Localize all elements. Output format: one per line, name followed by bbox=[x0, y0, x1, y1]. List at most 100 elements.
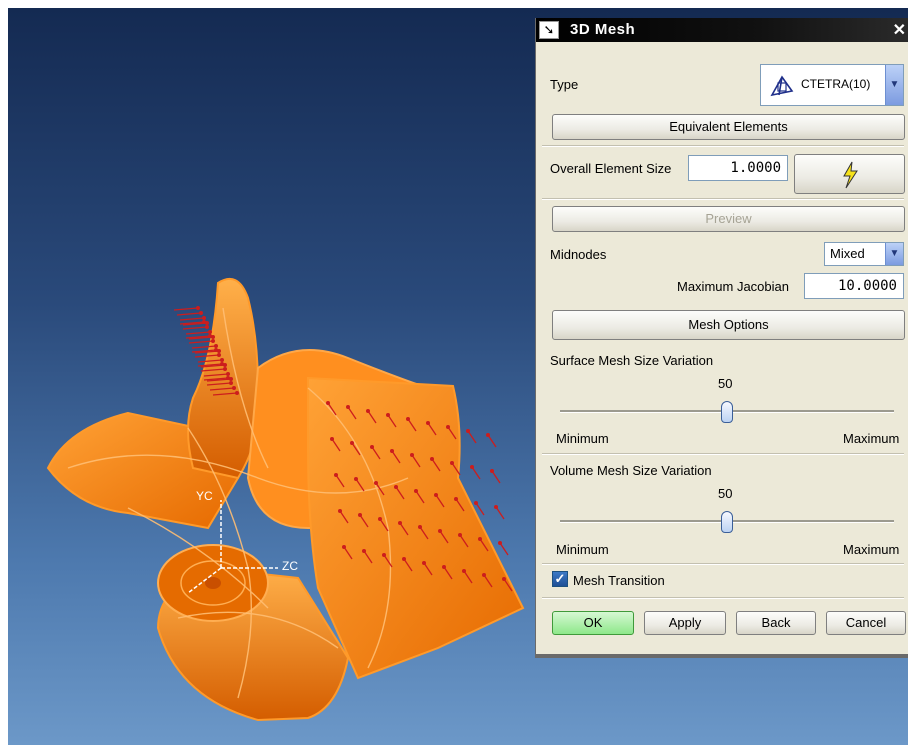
chevron-down-icon[interactable]: ▼ bbox=[885, 243, 903, 265]
surface-variation-value: 50 bbox=[718, 376, 733, 391]
type-label: Type bbox=[550, 77, 579, 92]
element-type-value: CTETRA(10) bbox=[801, 77, 871, 91]
mesh-marker-dot bbox=[438, 529, 442, 533]
mesh-marker-line bbox=[179, 317, 205, 321]
mesh-marker-dot bbox=[202, 316, 206, 320]
mesh-marker-line bbox=[495, 506, 505, 520]
mesh-marker-dot bbox=[326, 401, 330, 405]
mesh-marker-line bbox=[173, 307, 199, 311]
mesh-marker-dot bbox=[205, 325, 209, 329]
mesh-marker-dot bbox=[378, 517, 382, 521]
mesh-marker-dot bbox=[330, 437, 334, 441]
mesh-marker-dot bbox=[406, 417, 410, 421]
equivalent-elements-button[interactable]: Equivalent Elements bbox=[552, 114, 905, 140]
midnodes-select[interactable]: Mixed ▼ bbox=[824, 242, 904, 266]
mesh-marker-dot bbox=[196, 306, 200, 310]
mesh-transition-checkbox[interactable]: ✓ bbox=[552, 571, 568, 587]
mesh-marker-dot bbox=[217, 353, 221, 357]
back-button[interactable]: Back bbox=[736, 611, 816, 635]
mesh-marker-dot bbox=[342, 545, 346, 549]
surface-min-label: Minimum bbox=[556, 431, 609, 446]
mesh-marker-dot bbox=[370, 445, 374, 449]
cancel-button[interactable]: Cancel bbox=[826, 611, 906, 635]
max-jacobian-label: Maximum Jacobian bbox=[677, 279, 789, 294]
mesh-marker-dot bbox=[402, 557, 406, 561]
mesh-marker-line bbox=[188, 340, 214, 344]
mesh-marker-dot bbox=[334, 473, 338, 477]
mesh-marker-line bbox=[487, 434, 497, 448]
mesh-marker-dot bbox=[229, 381, 233, 385]
mesh-marker-dot bbox=[498, 541, 502, 545]
mesh-marker-dot bbox=[354, 477, 358, 481]
element-type-select[interactable]: CTETRA(10) ▼ bbox=[760, 64, 904, 106]
mesh-marker-dot bbox=[386, 413, 390, 417]
midnodes-label: Midnodes bbox=[550, 247, 607, 262]
mesh-marker-dot bbox=[232, 386, 236, 390]
mesh-marker-dot bbox=[214, 348, 218, 352]
max-jacobian-field[interactable]: 10.0000 bbox=[804, 273, 904, 299]
mesh-marker-dot bbox=[366, 409, 370, 413]
mesh-marker-dot bbox=[338, 509, 342, 513]
auto-size-button[interactable] bbox=[794, 154, 905, 194]
volume-variation-label: Volume Mesh Size Variation bbox=[550, 463, 712, 478]
mesh-options-button[interactable]: Mesh Options bbox=[552, 310, 905, 340]
apply-button[interactable]: Apply bbox=[644, 611, 726, 635]
mesh-marker-dot bbox=[502, 577, 506, 581]
mesh-marker-dot bbox=[362, 549, 366, 553]
mesh-transition-label: Mesh Transition bbox=[573, 573, 665, 588]
mesh-marker-dot bbox=[223, 367, 227, 371]
chevron-down-icon[interactable]: ▼ bbox=[885, 65, 903, 105]
mesh-marker-dot bbox=[450, 461, 454, 465]
mesh-marker-dot bbox=[470, 465, 474, 469]
mesh-marker-line bbox=[182, 326, 208, 330]
blade-right bbox=[307, 376, 525, 680]
mesh-marker-dot bbox=[494, 505, 498, 509]
midnodes-value: Mixed bbox=[830, 246, 865, 261]
mesh-marker-dot bbox=[458, 533, 462, 537]
mesh-marker-dot bbox=[442, 565, 446, 569]
mesh-marker-dot bbox=[426, 421, 430, 425]
mesh-marker-dot bbox=[434, 493, 438, 497]
mesh-marker-dot bbox=[462, 569, 466, 573]
mesh-marker-dot bbox=[394, 485, 398, 489]
mesh-marker-dot bbox=[346, 405, 350, 409]
mesh-marker-dot bbox=[350, 441, 354, 445]
overall-element-size-field[interactable]: 1.0000 bbox=[688, 155, 788, 181]
mesh-marker-dot bbox=[202, 320, 206, 324]
overall-element-size-label: Overall Element Size bbox=[550, 161, 672, 176]
mesh-marker-line bbox=[467, 430, 477, 444]
ok-button[interactable]: OK bbox=[552, 611, 634, 635]
mesh-marker-dot bbox=[418, 525, 422, 529]
mesh-marker-dot bbox=[358, 513, 362, 517]
dialog-titlebar[interactable]: ➘ 3D Mesh ✕ bbox=[536, 18, 908, 42]
pin-icon[interactable]: ➘ bbox=[539, 21, 559, 39]
mesh-marker-dot bbox=[466, 429, 470, 433]
mesh-marker-line bbox=[499, 542, 509, 556]
volume-variation-value: 50 bbox=[718, 486, 733, 501]
mesh-marker-dot bbox=[208, 334, 212, 338]
mesh-marker-dot bbox=[226, 376, 230, 380]
surface-variation-slider[interactable] bbox=[721, 401, 733, 423]
axis-label-zc: ZC bbox=[282, 559, 298, 573]
mesh-marker-line bbox=[491, 470, 501, 484]
mesh-marker-dot bbox=[390, 449, 394, 453]
mesh-marker-line bbox=[471, 466, 481, 480]
mesh-marker-dot bbox=[486, 433, 490, 437]
preview-button[interactable]: Preview bbox=[552, 206, 905, 232]
tetra-element-icon bbox=[770, 75, 794, 97]
axis-label-yc: YC bbox=[196, 489, 213, 503]
mesh-marker-dot bbox=[430, 457, 434, 461]
lightning-icon bbox=[843, 161, 858, 189]
surface-max-label: Maximum bbox=[843, 431, 900, 446]
mesh-marker-dot bbox=[235, 391, 239, 395]
volume-min-label: Minimum bbox=[556, 542, 609, 557]
mesh-marker-dot bbox=[446, 425, 450, 429]
volume-max-label: Maximum bbox=[843, 542, 900, 557]
close-icon[interactable]: ✕ bbox=[893, 20, 906, 40]
mesh-marker-dot bbox=[478, 537, 482, 541]
mesh-marker-dot bbox=[382, 553, 386, 557]
mesh-marker-dot bbox=[374, 481, 378, 485]
mesh-marker-dot bbox=[214, 344, 218, 348]
mesh-marker-dot bbox=[220, 362, 224, 366]
volume-variation-slider[interactable] bbox=[721, 511, 733, 533]
